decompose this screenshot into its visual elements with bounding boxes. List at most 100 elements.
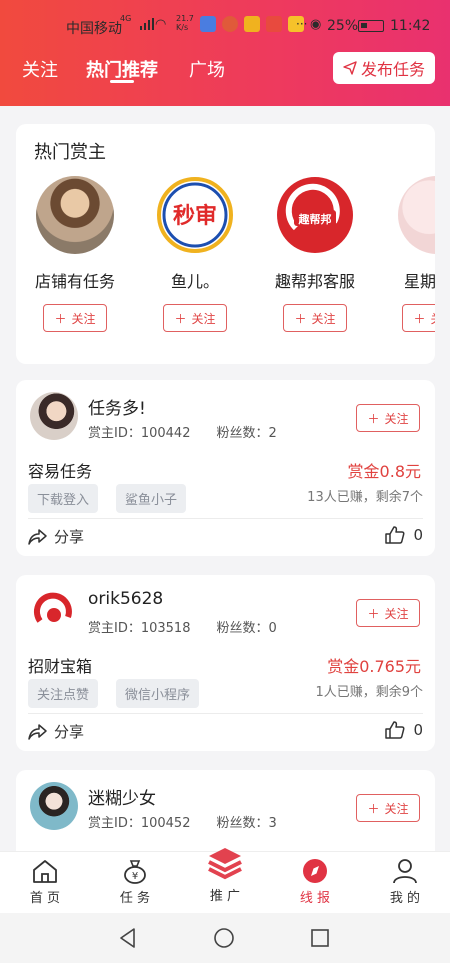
hot-owner-item[interactable]: 秒审 鱼儿。 ＋关注 xyxy=(140,176,250,332)
notification-icons xyxy=(200,16,304,32)
publish-task-label: 发布任务 xyxy=(360,60,425,79)
plus-icon: ＋ xyxy=(294,311,307,326)
net-speed: 21.7 K/s xyxy=(176,14,194,32)
avatar xyxy=(36,176,114,254)
plus-icon: ＋ xyxy=(174,311,187,326)
owner-name: 任务多! xyxy=(88,399,146,419)
task-card[interactable]: orik5628 赏主ID：103518 粉丝数：0 ＋关注 招财宝箱 赏金0.7… xyxy=(16,575,435,751)
tab-square[interactable]: 广场 xyxy=(189,56,225,82)
recents-icon[interactable] xyxy=(309,927,331,949)
hot-owner-item[interactable]: 店铺有任务 ＋关注 xyxy=(20,176,130,332)
status-bar: 中国移动 4G ◠ 21.7 K/s ··· ◉ 25% 11:42 xyxy=(0,8,450,42)
tab-follow[interactable]: 关注 xyxy=(22,56,58,82)
task-reward: 赏金0.765元 xyxy=(327,657,421,676)
nav-news[interactable]: 线 报 xyxy=(285,858,345,906)
plus-icon: ＋ xyxy=(367,606,380,621)
task-progress: 1人已赚，剩余9个 xyxy=(315,685,423,700)
send-icon xyxy=(343,61,357,75)
thumbs-up-icon xyxy=(385,721,405,739)
thumbs-up-icon xyxy=(385,526,405,544)
task-title: 容易任务 xyxy=(28,462,93,481)
avatar xyxy=(398,176,435,254)
task-reward: 赏金0.8元 xyxy=(347,462,421,481)
nav-promote[interactable]: 推 广 xyxy=(195,844,255,904)
follow-button[interactable]: ＋关注 xyxy=(356,599,420,627)
compass-icon xyxy=(303,859,327,883)
like-button[interactable]: 0 xyxy=(385,526,423,544)
avatar xyxy=(30,392,78,440)
avatar xyxy=(30,587,78,635)
follow-button[interactable]: ＋关注 xyxy=(402,304,435,332)
follow-button[interactable]: ＋关注 xyxy=(283,304,347,332)
tab-hot-recommend[interactable]: 热门推荐 xyxy=(86,56,158,82)
owner-name: 鱼儿。 xyxy=(170,272,219,291)
plus-icon: ＋ xyxy=(54,311,67,326)
hot-owners-card: 热门赏主 店铺有任务 ＋关注 秒审 鱼儿。 ＋关注 趣帮邦 趣帮邦客服 ＋关注 xyxy=(16,124,435,364)
owner-meta: 赏主ID：100442 粉丝数：2 xyxy=(88,422,277,441)
owner-logo xyxy=(33,592,72,623)
fans-count: 粉丝数：2 xyxy=(216,426,277,441)
follow-button[interactable]: ＋关注 xyxy=(356,404,420,432)
share-button[interactable]: 分享 xyxy=(28,526,84,547)
owner-id: 赏主ID：103518 xyxy=(88,621,191,636)
wifi-icon: ◠ xyxy=(155,17,167,32)
avatar: 秒审 xyxy=(156,176,234,254)
carrier-label: 中国移动 xyxy=(66,21,122,37)
share-button[interactable]: 分享 xyxy=(28,721,84,742)
divider xyxy=(28,518,423,519)
home-icon xyxy=(33,860,57,883)
home-circle-icon[interactable] xyxy=(213,927,235,949)
follow-button[interactable]: ＋关注 xyxy=(163,304,227,332)
eye-icon: ◉ xyxy=(310,17,322,32)
clock: 11:42 xyxy=(390,18,431,34)
avatar: 趣帮邦 xyxy=(276,176,354,254)
owner-meta: 赏主ID：103518 粉丝数：0 xyxy=(88,617,277,636)
nav-home[interactable]: 首 页 xyxy=(15,858,75,906)
owner-id: 赏主ID：100442 xyxy=(88,426,191,441)
miaoshen-logo: 秒审 xyxy=(157,177,233,253)
divider xyxy=(28,713,423,714)
share-icon xyxy=(28,723,47,740)
signal-icon xyxy=(140,18,154,30)
app-notification-icon xyxy=(266,16,282,32)
follow-button[interactable]: ＋关注 xyxy=(43,304,107,332)
task-tag: 微信小程序 xyxy=(116,679,200,708)
task-tags: 关注点赞 微信小程序 xyxy=(28,679,200,708)
owner-name: 店铺有任务 xyxy=(34,272,115,291)
battery-percent: 25% xyxy=(327,18,359,34)
money-bag-icon: ¥ xyxy=(124,860,146,884)
hot-owner-item[interactable]: 星期 ＋关注 xyxy=(380,176,435,332)
task-tags: 下载登入 鲨鱼小子 xyxy=(28,484,187,513)
qubangbang-logo: 趣帮邦 xyxy=(277,177,353,253)
svg-text:趣帮邦: 趣帮邦 xyxy=(298,212,332,226)
app-notification-icon xyxy=(244,16,260,32)
publish-task-button[interactable]: 发布任务 xyxy=(333,52,435,84)
owner-meta: 赏主ID：100452 粉丝数：3 xyxy=(88,812,277,831)
system-nav-bar xyxy=(0,913,450,963)
nav-profile[interactable]: 我 的 xyxy=(375,858,435,906)
task-progress: 13人已赚，剩余7个 xyxy=(307,490,423,505)
share-icon xyxy=(28,528,47,545)
task-tag: 下载登入 xyxy=(28,484,99,513)
like-count: 0 xyxy=(413,526,423,544)
more-icon: ··· xyxy=(296,17,308,31)
active-tab-indicator xyxy=(110,80,134,83)
app-notification-icon xyxy=(200,16,216,32)
back-icon[interactable] xyxy=(117,927,139,949)
bottom-nav: 首 页 ¥ 任 务 推 广 线 报 我 的 xyxy=(0,848,450,913)
owner-name: 趣帮邦客服 xyxy=(274,272,355,291)
task-card[interactable]: 任务多! 赏主ID：100442 粉丝数：2 ＋关注 容易任务 赏金0.8元 下载… xyxy=(16,380,435,556)
owner-id: 赏主ID：100452 xyxy=(88,816,191,831)
like-button[interactable]: 0 xyxy=(385,721,423,739)
avatar xyxy=(30,782,78,830)
hot-owner-item[interactable]: 趣帮邦 趣帮邦客服 ＋关注 xyxy=(260,176,370,332)
task-title: 招财宝箱 xyxy=(28,657,93,676)
owner-name: 星期 xyxy=(404,272,435,291)
user-icon xyxy=(393,859,417,884)
follow-button[interactable]: ＋关注 xyxy=(356,794,420,822)
svg-text:秒审: 秒审 xyxy=(173,203,217,229)
fans-count: 粉丝数：0 xyxy=(216,621,277,636)
alarm-icon xyxy=(222,16,238,32)
battery-icon xyxy=(358,20,384,32)
nav-tasks[interactable]: ¥ 任 务 xyxy=(105,858,165,906)
